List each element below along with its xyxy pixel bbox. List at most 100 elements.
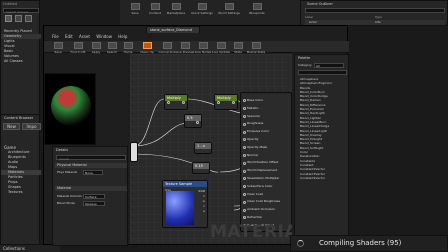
pin-icon[interactable] (243, 161, 246, 165)
palette-item[interactable]: Constant4Vector (297, 176, 348, 180)
material-domain-dropdown[interactable]: Surface (83, 194, 105, 199)
toolbar-stats-button[interactable]: Stats (230, 41, 246, 54)
phys-material-value[interactable]: None (83, 170, 103, 175)
preview-viewport[interactable] (44, 73, 96, 145)
result-pin-row[interactable]: Refraction (241, 214, 291, 222)
material-result-node[interactable]: Base Color Metallic Specular Roughness Emiss… (240, 92, 292, 232)
pin-icon[interactable] (243, 192, 246, 196)
material-editor-tab[interactable]: stone_surface_Diamond (146, 26, 200, 33)
result-pin-row[interactable]: Clear Coat (241, 191, 291, 199)
new-button[interactable]: New (3, 123, 20, 130)
world-settings-button[interactable]: World Settings (216, 2, 242, 15)
pin-icon[interactable] (243, 114, 246, 118)
mobile-stats-icon (251, 42, 261, 49)
result-pin-row[interactable]: World Displacement (241, 167, 291, 175)
menu-help[interactable]: Help (118, 34, 127, 39)
marketplace-button[interactable]: Marketplace (164, 2, 188, 15)
texture-a-pin[interactable]: A (199, 209, 205, 214)
result-pin-row[interactable]: Opacity (241, 136, 291, 144)
collections-bar[interactable]: Collections (0, 244, 60, 252)
pin-icon[interactable] (243, 99, 246, 103)
toolbar-home-button[interactable]: Home (120, 41, 136, 54)
menu-edit[interactable]: Edit (65, 34, 73, 39)
toolbar-find-in-cb-button[interactable]: Find in CB (68, 41, 88, 54)
result-pin-row[interactable]: Opacity Mask (241, 144, 291, 152)
pin-icon[interactable] (243, 122, 246, 126)
place-mode-icon[interactable] (5, 15, 12, 22)
toolbar-mobile-stats-button[interactable]: Mobile Stats (246, 41, 266, 54)
pin-icon[interactable] (217, 101, 220, 104)
menu-window[interactable]: Window (96, 34, 112, 39)
constant-node-b[interactable]: 0.15 (192, 162, 210, 174)
pin-icon[interactable] (243, 216, 246, 220)
physical-material-section[interactable]: Physical Material (55, 163, 127, 168)
result-pin-row[interactable]: Metallic (241, 105, 291, 113)
one-minus-node-title: 1 - x (195, 143, 211, 149)
landscape-mode-icon[interactable] (25, 15, 32, 22)
pin-icon[interactable] (243, 185, 246, 189)
pin-icon[interactable] (243, 130, 246, 134)
toolbar-search-button[interactable]: Search (104, 41, 120, 54)
pin-icon[interactable] (243, 153, 246, 157)
quick-settings-button[interactable]: Quick Settings (188, 2, 216, 15)
pin-icon[interactable] (243, 169, 246, 173)
blend-mode-dropdown[interactable]: Opaque (83, 201, 105, 206)
toolbar-live-preview-button[interactable]: Live Preview (176, 41, 194, 54)
pin-icon[interactable] (243, 208, 246, 212)
palette-category-dropdown[interactable]: All (314, 63, 344, 68)
save-button[interactable]: Save (124, 2, 146, 15)
result-pin-row[interactable]: Base Color (241, 97, 291, 105)
toolbar-live-update-button[interactable]: Live Update (212, 41, 230, 54)
multiply-node-a[interactable]: Multiply (164, 94, 188, 110)
constant-node-a[interactable]: 0.5 (184, 114, 202, 128)
result-pin-row[interactable]: Tessellation Multiplier (241, 175, 291, 183)
outliner-col-type[interactable]: Type (375, 15, 382, 19)
result-pin-list: Base Color Metallic Specular Roughness Emiss… (241, 93, 291, 230)
folder-item[interactable]: Textures (1, 190, 41, 195)
pin-icon[interactable] (196, 121, 199, 124)
toolbar-clean-up-button[interactable]: Clean Up (138, 41, 156, 54)
pin-icon[interactable] (243, 107, 246, 111)
result-pin-row[interactable]: Roughness (241, 120, 291, 128)
toolbar-apply-button[interactable]: Apply (88, 41, 104, 54)
one-minus-node[interactable]: 1 - x (194, 142, 212, 154)
pin-icon[interactable] (243, 146, 246, 150)
menu-file[interactable]: File (52, 34, 59, 39)
result-pin-row[interactable]: Clear Coat Roughness (241, 198, 291, 206)
pin-icon[interactable] (243, 200, 246, 204)
result-pin-row[interactable]: Normal (241, 152, 291, 160)
import-button-label: Impo (26, 124, 37, 129)
content-button[interactable]: Content (144, 2, 166, 15)
texture-uvs-pin[interactable]: UVs (165, 188, 171, 192)
search-classes-input[interactable]: Search Classes (3, 8, 39, 14)
material-section[interactable]: Material (55, 186, 127, 191)
pin-icon[interactable] (182, 101, 185, 104)
toolbar-live-nodes-button[interactable]: Live Nodes (194, 41, 212, 54)
pin-icon[interactable] (167, 101, 170, 104)
import-button[interactable]: Impo (22, 123, 41, 130)
multiply-node-b[interactable]: Multiply (214, 94, 238, 110)
result-pin-row[interactable]: Subsurface Color (241, 183, 291, 191)
category-item[interactable]: All Classes (1, 59, 41, 64)
texture-sample-node[interactable]: Texture Sample UVs RGB R G B A (162, 180, 208, 228)
toolbar-connectors-button[interactable]: Connectors (158, 41, 176, 54)
result-pin-row[interactable]: World Position Offset (241, 159, 291, 167)
home-icon (123, 42, 133, 49)
paint-mode-icon[interactable] (15, 15, 22, 22)
toolbar-save-button[interactable]: Save (50, 41, 66, 54)
outliner-col-label[interactable]: Label (305, 15, 313, 19)
result-pin-row[interactable]: Specular (241, 113, 291, 121)
result-pin-label: Roughness (247, 121, 264, 126)
palette-search-input[interactable] (298, 70, 347, 75)
pin-icon[interactable] (232, 101, 235, 104)
result-pin-row[interactable]: Emissive Color (241, 128, 291, 136)
blueprints-button[interactable]: Blueprints (244, 2, 270, 15)
menu-asset[interactable]: Asset (79, 34, 90, 39)
pin-icon[interactable] (243, 177, 246, 181)
pin-icon[interactable] (243, 138, 246, 142)
outliner-search[interactable] (305, 8, 445, 13)
graph-canvas[interactable]: Multiply Multiply 0.5 1 - x Multiply 0.1… (130, 54, 292, 244)
result-pin-row[interactable]: Ambient Occlusion (241, 206, 291, 214)
input-stub-node[interactable] (130, 142, 138, 162)
details-search-input[interactable]: Search (56, 155, 126, 161)
